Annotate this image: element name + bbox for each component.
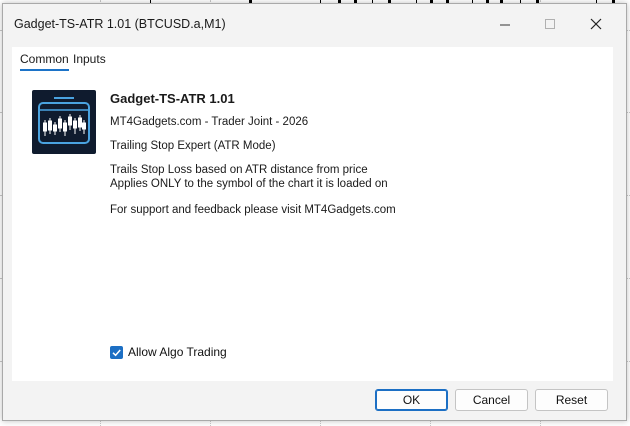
- tab-bar: Common Inputs: [12, 47, 613, 71]
- expert-support: For support and feedback please visit MT…: [110, 204, 396, 216]
- expert-vendor: MT4Gadgets.com - Trader Joint - 2026: [110, 116, 309, 128]
- check-icon: [112, 349, 121, 356]
- ok-button[interactable]: OK: [375, 389, 448, 411]
- tab-common[interactable]: Common: [20, 52, 69, 71]
- expert-properties-dialog: Gadget-TS-ATR 1.01 (BTCUSD.a,M1) Common …: [2, 3, 627, 421]
- title-bar: Gadget-TS-ATR 1.01 (BTCUSD.a,M1): [3, 4, 626, 44]
- tab-inputs[interactable]: Inputs: [73, 52, 106, 69]
- content-panel: Common Inputs Gadget-TS-ATR 1.01 MT4Gadg…: [12, 47, 613, 381]
- expert-subtitle: Trailing Stop Expert (ATR Mode): [110, 140, 276, 152]
- minimize-icon: [500, 24, 510, 26]
- expert-name: Gadget-TS-ATR 1.01: [110, 91, 235, 106]
- reset-button[interactable]: Reset: [535, 389, 608, 411]
- minimize-button[interactable]: [494, 16, 516, 32]
- allow-algo-trading-option[interactable]: Allow Algo Trading: [110, 345, 227, 359]
- expert-info: Gadget-TS-ATR 1.01 MT4Gadgets.com - Trad…: [110, 90, 396, 217]
- window-title: Gadget-TS-ATR 1.01 (BTCUSD.a,M1): [14, 17, 226, 31]
- expert-description-line-2: Applies ONLY to the symbol of the chart …: [110, 178, 388, 190]
- close-button[interactable]: [585, 16, 607, 32]
- expert-description-line-1: Trails Stop Loss based on ATR distance f…: [110, 164, 368, 176]
- close-icon: [590, 18, 602, 30]
- maximize-button[interactable]: [539, 16, 561, 32]
- cancel-button[interactable]: Cancel: [455, 389, 528, 411]
- allow-algo-trading-checkbox[interactable]: [110, 345, 123, 359]
- maximize-icon: [545, 19, 555, 29]
- allow-algo-trading-label: Allow Algo Trading: [128, 345, 227, 359]
- candlestick-logo-icon: [32, 90, 96, 154]
